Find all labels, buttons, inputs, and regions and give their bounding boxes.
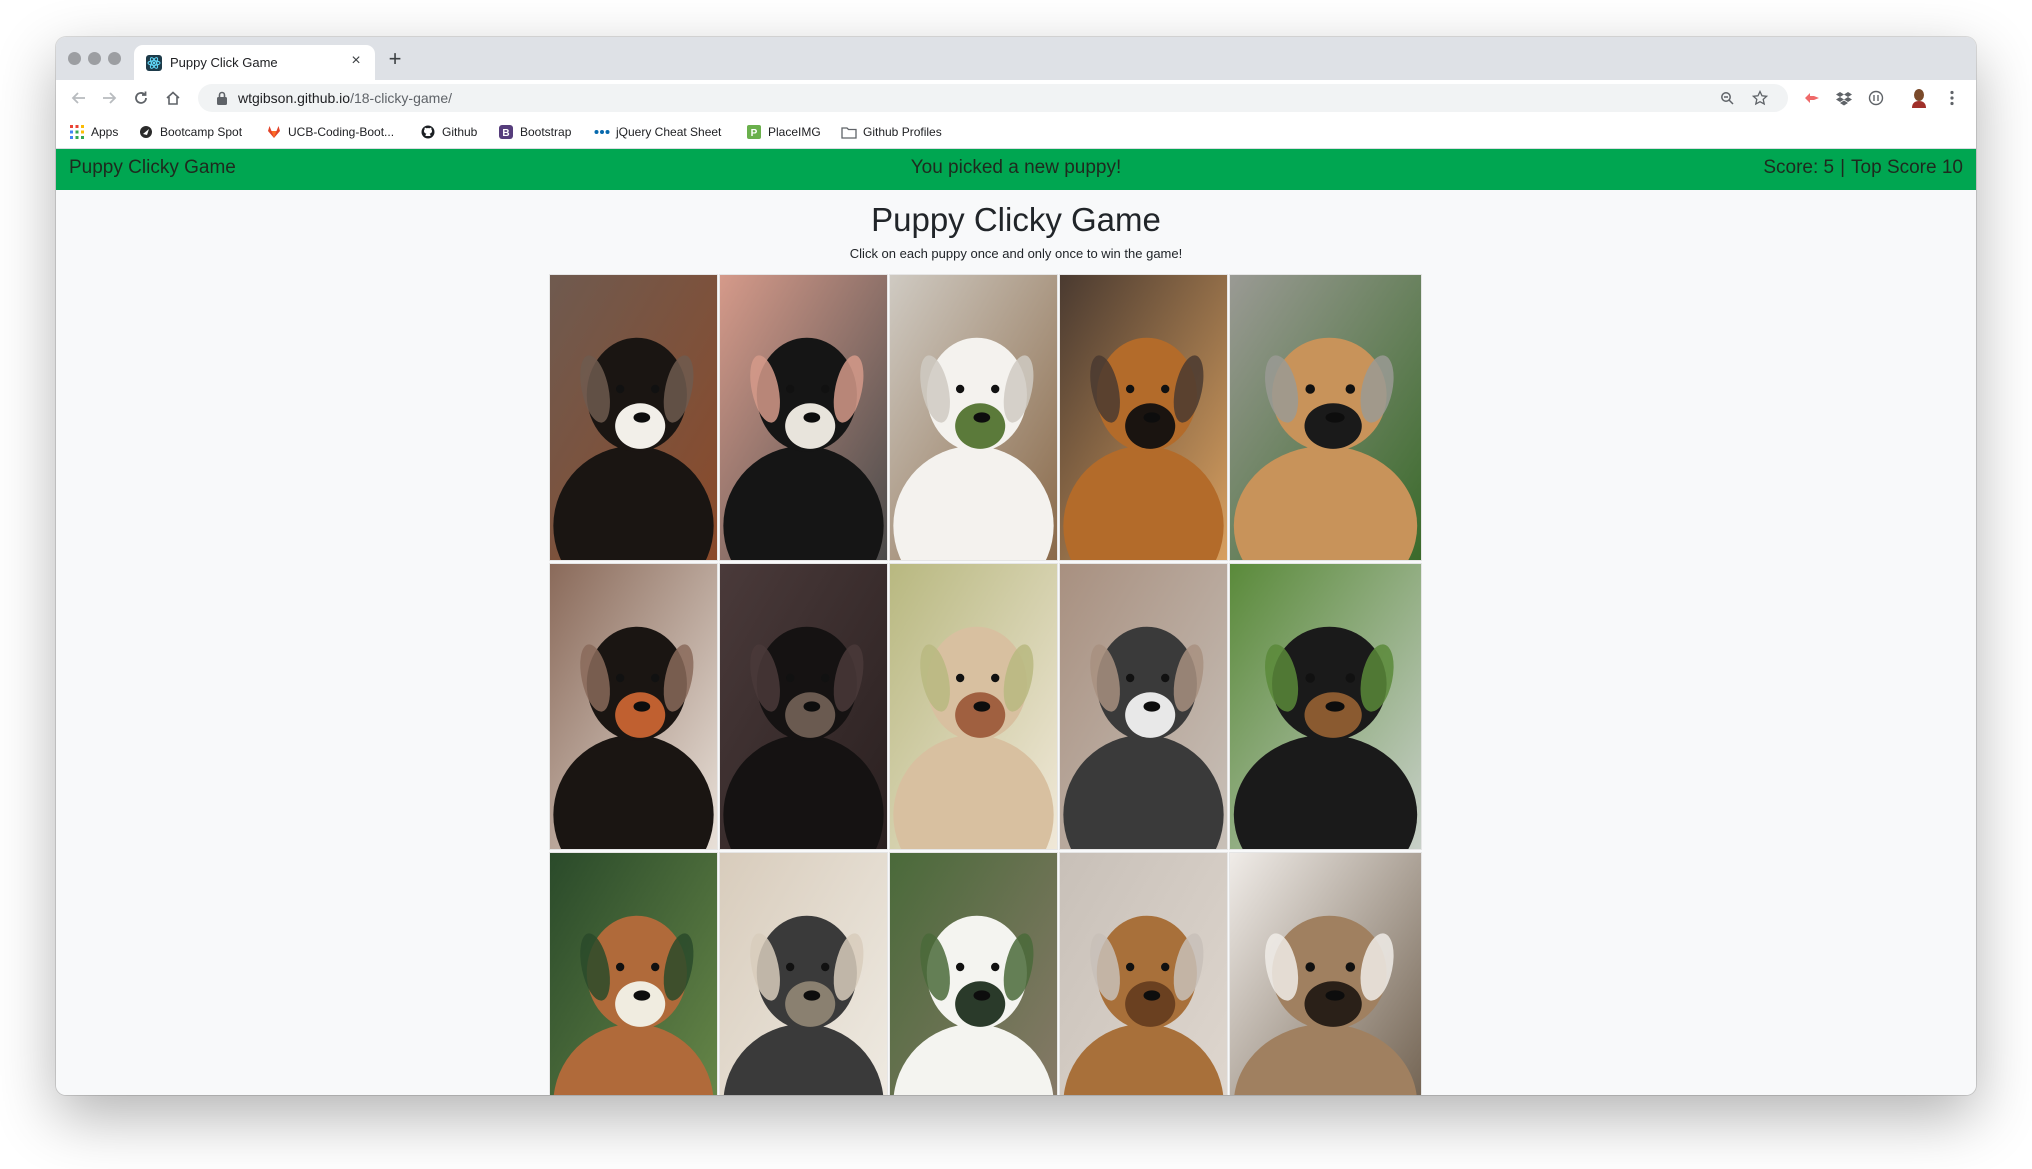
puppy-photo	[1230, 853, 1421, 1095]
bookmark-jquery[interactable]: jQuery Cheat Sheet	[594, 124, 721, 140]
back-arrow-icon[interactable]	[68, 87, 90, 109]
bookmark-bootstrap[interactable]: B Bootstrap	[498, 124, 571, 140]
puppy-card[interactable]	[889, 563, 1058, 850]
puppy-photo	[890, 275, 1057, 560]
gitlab-icon	[266, 124, 282, 140]
bookmark-label: PlaceIMG	[768, 125, 821, 139]
bookmark-ucb-coding[interactable]: UCB-Coding-Boot...	[266, 124, 394, 140]
puppy-card[interactable]	[549, 852, 718, 1095]
apps-grid-icon	[69, 124, 85, 140]
bookmark-label: UCB-Coding-Boot...	[288, 125, 395, 139]
bookmark-label: Bootcamp Spot	[160, 125, 243, 139]
puppy-card[interactable]	[719, 274, 888, 561]
puppy-card[interactable]	[719, 563, 888, 850]
game-instructions: Click on each puppy once and only once t…	[849, 246, 1183, 261]
top-score: Top Score 10	[1851, 157, 1963, 178]
puppy-card[interactable]	[889, 852, 1058, 1095]
puppy-photo	[550, 564, 717, 849]
more-menu-icon[interactable]	[1941, 87, 1963, 109]
puppy-card[interactable]	[889, 274, 1058, 561]
navbar-brand[interactable]: Puppy Clicky Game	[69, 157, 236, 179]
browser-window: Puppy Click Game × + wtgibson.github.io/…	[56, 37, 1976, 1095]
bookmark-label: Github Profiles	[863, 125, 942, 139]
placeimg-icon: P	[746, 124, 762, 140]
puppy-photo	[720, 275, 887, 560]
dropbox-icon[interactable]	[1833, 87, 1855, 109]
url-text: wtgibson.github.io/18-clicky-game/	[238, 90, 452, 106]
window-minimize-button[interactable]	[88, 52, 101, 65]
reload-icon[interactable]	[130, 87, 152, 109]
react-favicon-icon	[146, 55, 162, 71]
page-title: Puppy Clicky Game	[871, 201, 1161, 238]
lock-icon	[217, 91, 227, 105]
bookmark-label: jQuery Cheat Sheet	[616, 125, 722, 139]
web-page: Puppy Clicky Game You picked a new puppy…	[56, 149, 1976, 1095]
tab-strip: Puppy Click Game × +	[56, 37, 1976, 80]
puppy-photo	[890, 853, 1057, 1095]
puppy-photo	[1230, 275, 1421, 560]
puppy-photo	[1230, 564, 1421, 849]
tab-puppy-click-game[interactable]: Puppy Click Game ×	[134, 45, 375, 80]
screen: Puppy Click Game × + wtgibson.github.io/…	[0, 0, 2032, 1169]
puppy-card[interactable]	[1229, 274, 1422, 561]
score-separator: |	[1840, 157, 1846, 178]
extension-circle-icon[interactable]	[1865, 87, 1887, 109]
new-tab-button[interactable]: +	[384, 48, 406, 70]
bootstrap-icon: B	[498, 124, 514, 140]
bookmark-star-icon[interactable]	[1750, 88, 1770, 108]
bookmark-github[interactable]: Github	[420, 124, 477, 140]
home-icon[interactable]	[162, 87, 184, 109]
current-score: Score: 5	[1763, 157, 1835, 178]
puppy-photo	[1060, 275, 1227, 560]
window-close-button[interactable]	[68, 52, 81, 65]
bookmark-apps[interactable]: Apps	[69, 124, 118, 140]
svg-text:B: B	[502, 128, 509, 139]
puppy-photo	[720, 564, 887, 849]
jquery-icon	[594, 124, 610, 140]
address-bar[interactable]: wtgibson.github.io/18-clicky-game/	[198, 84, 1788, 112]
game-status-message: You picked a new puppy!	[910, 157, 1122, 178]
profile-avatar-icon[interactable]	[1908, 87, 1930, 109]
puppy-photo	[1060, 564, 1227, 849]
puppy-card[interactable]	[1229, 852, 1422, 1095]
puppy-photo	[550, 853, 717, 1095]
puppy-photo	[1060, 853, 1227, 1095]
bookmark-github-profiles[interactable]: Github Profiles	[841, 124, 942, 140]
puppy-card[interactable]	[1059, 274, 1228, 561]
bookmark-bootcamp-spot[interactable]: Bootcamp Spot	[138, 124, 242, 140]
score-display: Score: 5 | Top Score 10	[1763, 157, 1963, 179]
forward-arrow-icon[interactable]	[98, 87, 120, 109]
tab-close-icon[interactable]: ×	[347, 52, 365, 70]
folder-icon	[841, 124, 857, 140]
bookmark-label: Apps	[91, 125, 119, 139]
puppy-card[interactable]	[1229, 563, 1422, 850]
puppy-card[interactable]	[719, 852, 888, 1095]
puppy-photo	[720, 853, 887, 1095]
tab-title: Puppy Click Game	[170, 55, 278, 70]
browser-toolbar: wtgibson.github.io/18-clicky-game/	[56, 80, 1976, 116]
puppy-card[interactable]	[1059, 563, 1228, 850]
puppy-card[interactable]	[1059, 852, 1228, 1095]
bookmark-placeimg[interactable]: P PlaceIMG	[746, 124, 821, 140]
url-path: /18-clicky-game/	[350, 90, 452, 106]
zoom-icon[interactable]	[1717, 88, 1737, 108]
svg-text:P: P	[751, 128, 758, 139]
game-navbar: Puppy Clicky Game You picked a new puppy…	[56, 149, 1976, 190]
bookmark-label: Github	[442, 125, 478, 139]
github-icon	[420, 124, 436, 140]
window-zoom-button[interactable]	[108, 52, 121, 65]
puppy-card[interactable]	[549, 274, 718, 561]
bookmark-label: Bootstrap	[520, 125, 572, 139]
url-host: wtgibson.github.io	[238, 90, 351, 106]
puppy-photo	[890, 564, 1057, 849]
puppy-photo	[550, 275, 717, 560]
bootcamp-icon	[138, 124, 154, 140]
extension-red-icon[interactable]	[1801, 87, 1823, 109]
puppy-card[interactable]	[549, 563, 718, 850]
bookmarks-bar: Apps Bootcamp Spot UCB-Coding-Boot... Gi…	[56, 116, 1976, 149]
